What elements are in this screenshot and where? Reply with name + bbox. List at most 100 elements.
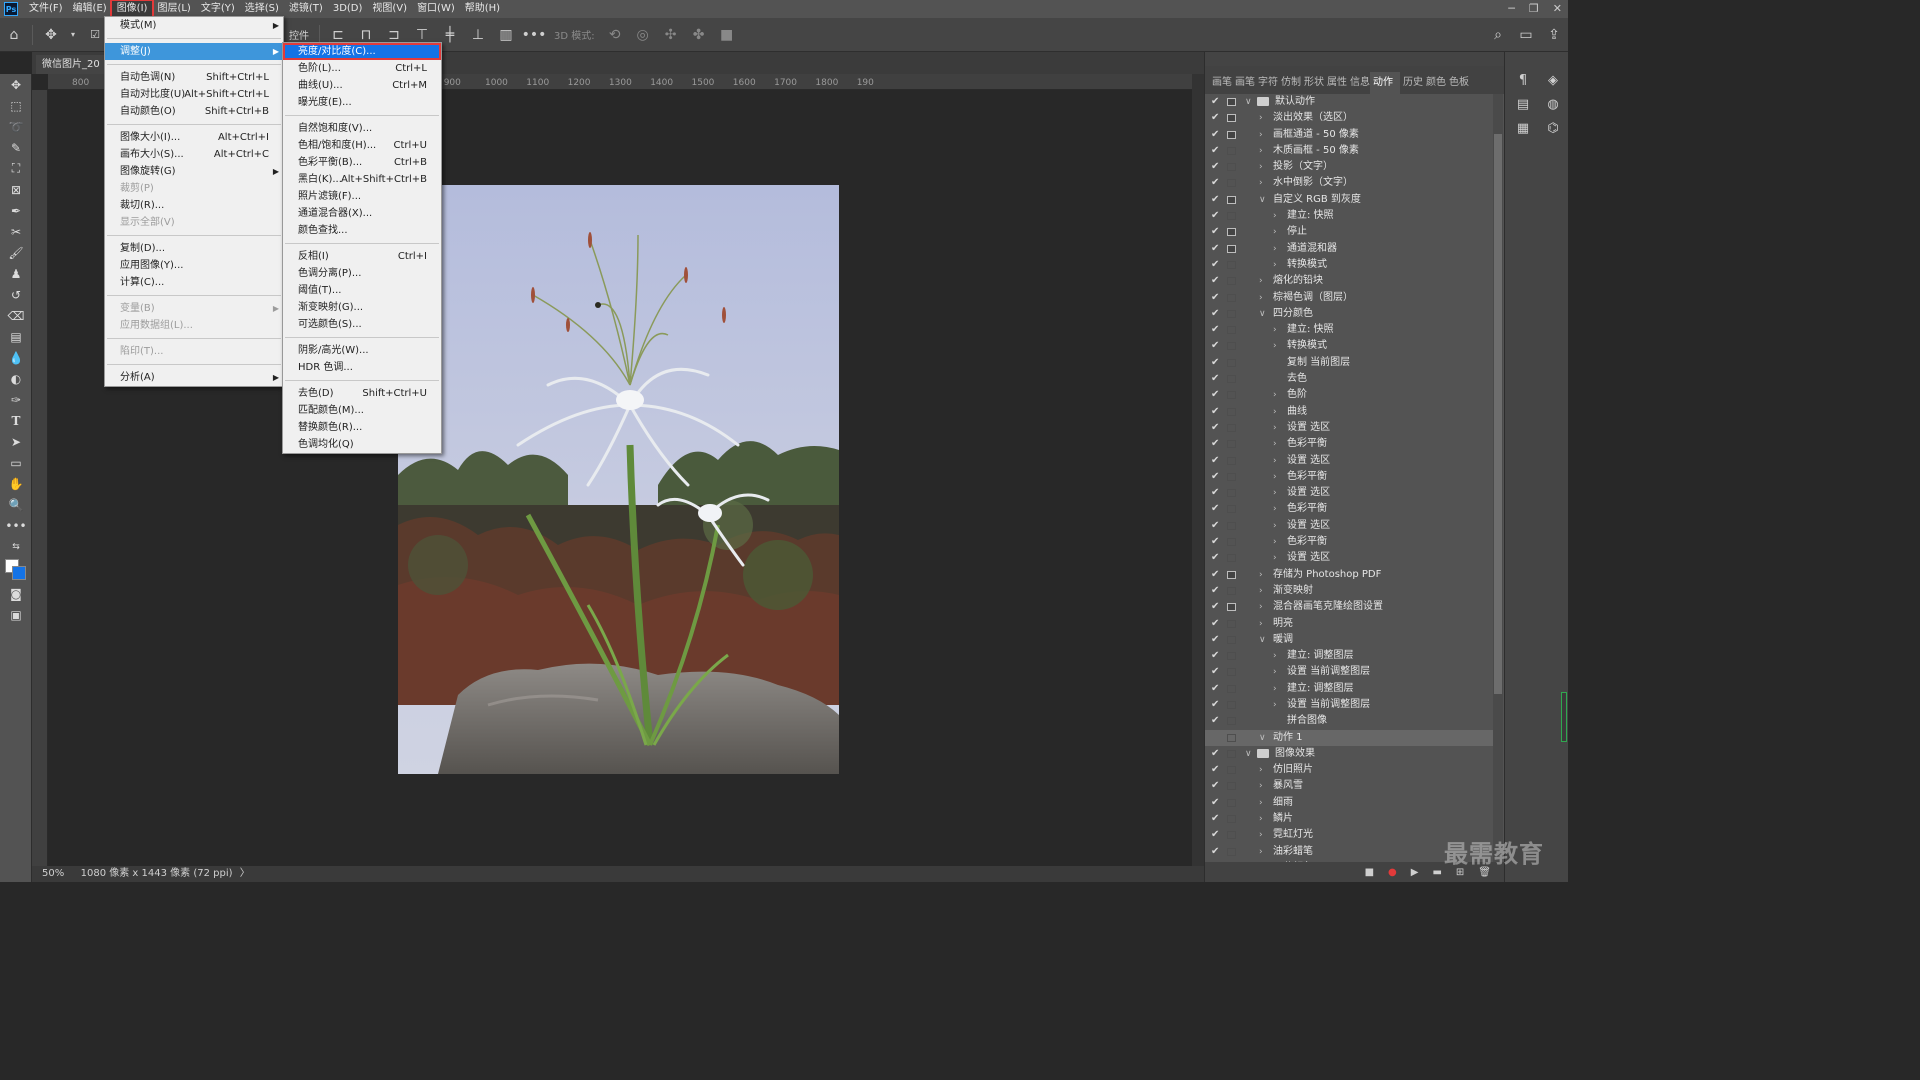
action-row[interactable]: ✔ › 色阶 (1205, 387, 1493, 403)
chevron-right-icon[interactable]: › (1273, 697, 1277, 713)
check-icon[interactable]: ✔ (1211, 697, 1221, 713)
check-icon[interactable]: ✔ (1211, 257, 1221, 273)
dialog-toggle-icon[interactable] (1227, 847, 1236, 856)
check-icon[interactable]: ✔ (1211, 404, 1221, 420)
image-menu-item[interactable]: 分析(A) ▶ (105, 369, 283, 386)
action-row[interactable]: ✔ › 画框通道 - 50 像素 (1205, 127, 1493, 143)
check-icon[interactable]: ✔ (1211, 518, 1221, 534)
eraser-tool-icon[interactable]: ⌫ (0, 305, 32, 326)
action-row[interactable]: ✔ › 色彩平衡 (1205, 469, 1493, 485)
check-icon[interactable]: ✔ (1211, 290, 1221, 306)
chevron-right-icon[interactable]: › (1259, 811, 1263, 827)
check-icon[interactable]: ✔ (1211, 338, 1221, 354)
adjust-menu-item[interactable]: 颜色查找... (283, 222, 441, 239)
adjust-menu-item[interactable]: 通道混合器(X)... (283, 205, 441, 222)
action-row[interactable]: ✔ › 细雨 (1205, 795, 1493, 811)
image-menu-item[interactable]: 模式(M) ▶ (105, 17, 283, 34)
check-icon[interactable]: ✔ (1211, 159, 1221, 175)
path-select-tool-icon[interactable]: ➤ (0, 431, 32, 452)
chevron-down-icon[interactable]: ∨ (1259, 632, 1266, 648)
3d-roll-icon[interactable]: ◎ (632, 24, 654, 46)
dialog-toggle-icon[interactable] (1227, 798, 1236, 807)
zoom-tool-icon[interactable]: 🔍 (0, 494, 32, 515)
check-icon[interactable]: ✔ (1211, 453, 1221, 469)
image-menu-item[interactable]: 计算(C)... (105, 274, 283, 291)
pen-tool-icon[interactable]: ✑ (0, 389, 32, 410)
dialog-toggle-icon[interactable] (1227, 782, 1236, 791)
adjust-menu-item[interactable]: 色阶(L)... Ctrl+L (283, 60, 441, 77)
image-menu-item[interactable]: 复制(D)... (105, 240, 283, 257)
check-icon[interactable]: ✔ (1211, 273, 1221, 289)
dialog-toggle-icon[interactable] (1227, 538, 1236, 547)
document-image[interactable] (398, 185, 839, 774)
chevron-right-icon[interactable]: › (1259, 143, 1263, 159)
image-menu-item[interactable]: 调整(J) ▶ (105, 43, 283, 60)
image-menu-item[interactable]: 裁切(R)... (105, 197, 283, 214)
dialog-toggle-icon[interactable] (1227, 391, 1236, 400)
chevron-right-icon[interactable]: › (1273, 241, 1277, 257)
dialog-toggle-icon[interactable] (1227, 293, 1236, 302)
action-row[interactable]: ✔ 复制 当前图层 (1205, 355, 1493, 371)
chevron-right-icon[interactable]: › (1273, 550, 1277, 566)
chevron-right-icon[interactable]: › (1259, 616, 1263, 632)
record-icon[interactable]: ● (1388, 867, 1397, 878)
chevron-right-icon[interactable]: › (1259, 290, 1263, 306)
check-icon[interactable]: ✔ (1211, 420, 1221, 436)
adjust-menu-item[interactable]: 阴影/高光(W)... (283, 342, 441, 359)
chevron-right-icon[interactable]: › (1273, 648, 1277, 664)
check-icon[interactable]: ✔ (1211, 110, 1221, 126)
marquee-tool-icon[interactable]: ⬚ (0, 95, 32, 116)
type-tool-icon[interactable]: T (0, 410, 32, 431)
panel-tab[interactable]: 画笔 (1232, 72, 1255, 94)
clone-stamp-tool-icon[interactable]: ♟ (0, 263, 32, 284)
color-swatches[interactable] (0, 557, 32, 583)
panel-tab[interactable]: 画笔 (1209, 72, 1232, 94)
new-set-icon[interactable]: ▬ (1432, 867, 1441, 878)
adjust-menu-item[interactable]: 匹配颜色(M)... (283, 402, 441, 419)
dialog-toggle-icon[interactable] (1227, 554, 1236, 563)
chevron-right-icon[interactable]: 〉 (240, 868, 250, 879)
close-icon[interactable]: ✕ (1553, 2, 1562, 15)
dialog-toggle-icon[interactable] (1227, 619, 1236, 628)
document-tab[interactable]: 微信图片_20 (36, 55, 106, 74)
action-row[interactable]: ✔ › 停止 (1205, 224, 1493, 240)
action-row[interactable]: ✔ › 通道混和器 (1205, 241, 1493, 257)
action-row[interactable]: ✔ 去色 (1205, 371, 1493, 387)
dialog-toggle-icon[interactable] (1227, 815, 1236, 824)
action-row[interactable]: ✔ › 设置 当前调整图层 (1205, 664, 1493, 680)
dialog-toggle-icon[interactable] (1227, 358, 1236, 367)
menu-item[interactable]: 视图(V) (367, 1, 412, 17)
3d-camera-icon[interactable]: ■ (716, 24, 738, 46)
notes-icon[interactable]: ▦ (1513, 118, 1533, 138)
panel-tab[interactable]: 属性 (1324, 72, 1347, 94)
check-icon[interactable]: ✔ (1211, 616, 1221, 632)
check-icon[interactable]: ✔ (1211, 778, 1221, 794)
panel-tab[interactable]: 动作 (1370, 72, 1400, 94)
chevron-right-icon[interactable]: › (1273, 322, 1277, 338)
check-icon[interactable]: ✔ (1211, 371, 1221, 387)
dialog-toggle-icon[interactable] (1227, 130, 1236, 139)
adjust-menu-item[interactable]: 反相(I) Ctrl+I (283, 248, 441, 265)
adjust-menu-item[interactable]: 曲线(U)... Ctrl+M (283, 77, 441, 94)
dialog-toggle-icon[interactable] (1227, 309, 1236, 318)
dialog-toggle-icon[interactable] (1227, 652, 1236, 661)
chevron-right-icon[interactable]: › (1259, 273, 1263, 289)
screen-mode-icon[interactable]: ▣ (0, 604, 32, 625)
chevron-right-icon[interactable]: › (1273, 469, 1277, 485)
check-icon[interactable]: ✔ (1211, 192, 1221, 208)
chevron-right-icon[interactable]: › (1273, 453, 1277, 469)
dialog-toggle-icon[interactable] (1227, 98, 1236, 106)
image-menu-item[interactable]: 画布大小(S)... Alt+Ctrl+C (105, 146, 283, 163)
chevron-right-icon[interactable]: › (1273, 404, 1277, 420)
check-icon[interactable]: ✔ (1211, 387, 1221, 403)
action-row[interactable]: ✔ › 色彩平衡 (1205, 436, 1493, 452)
share-icon[interactable]: ⇪ (1543, 24, 1565, 46)
image-menu-item[interactable]: 自动对比度(U) Alt+Shift+Ctrl+L (105, 86, 283, 103)
dialog-toggle-icon[interactable] (1227, 668, 1236, 677)
3d-orbit-icon[interactable]: ⟲ (604, 24, 626, 46)
chevron-down-icon[interactable]: ∨ (1259, 192, 1266, 208)
dialog-toggle-icon[interactable] (1227, 375, 1236, 384)
dialog-toggle-icon[interactable] (1227, 179, 1236, 188)
channels-icon[interactable]: ◍ (1543, 94, 1563, 114)
adjust-menu-item[interactable]: 照片滤镜(F)... (283, 188, 441, 205)
